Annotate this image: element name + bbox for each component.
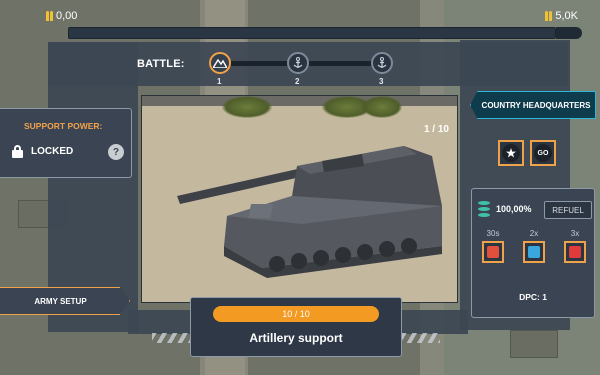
boost-label: 2x: [529, 229, 539, 238]
mountain-icon: [213, 58, 227, 68]
support-power-panel: SUPPORT POWER: LOCKED ?: [0, 108, 132, 178]
ammo-resource: 0,00: [46, 10, 77, 22]
unit-count-pill: 10 / 10: [213, 306, 379, 322]
army-setup-button[interactable]: ARMY SETUP: [0, 287, 130, 315]
artillery-tank-model: [177, 146, 442, 278]
boost-label: 3x: [570, 229, 580, 238]
go-medal-icon: GO: [534, 144, 552, 162]
lock-icon: [12, 145, 23, 158]
anchor-icon: [293, 57, 303, 68]
fuel-dpc-panel: 100,00% REFUEL 30s 2x 3x DPC: 1: [471, 188, 595, 318]
resource-bar: 0,00 5,0K: [0, 0, 600, 46]
boost-3x[interactable]: 3x: [558, 229, 592, 263]
support-lock-status: LOCKED: [12, 145, 73, 158]
ammo-icon: [545, 11, 553, 21]
boost-button[interactable]: [564, 241, 586, 263]
ammo-icon: [46, 11, 53, 21]
battle-stage-2[interactable]: [287, 52, 309, 74]
help-icon[interactable]: ?: [108, 144, 124, 160]
boost-2x[interactable]: 2x: [517, 229, 551, 263]
boost-30s[interactable]: 30s: [476, 229, 510, 263]
locked-label: LOCKED: [31, 146, 74, 157]
boost-button[interactable]: [482, 241, 504, 263]
fist-icon: [569, 246, 581, 258]
battle-stage-number: 3: [379, 77, 384, 86]
battle-label: BATTLE:: [137, 58, 185, 70]
boost-button[interactable]: [523, 241, 545, 263]
dpc-label: DPC: 1: [519, 292, 547, 302]
hazard-stripes: [152, 333, 190, 343]
fist-icon: [528, 246, 540, 258]
unit-card[interactable]: 10 / 10 Artillery support: [190, 297, 402, 357]
fuel-status: 100,00%: [478, 201, 532, 217]
ammo-capacity: 5,0K: [545, 10, 578, 22]
fuel-percent: 100,00%: [496, 204, 532, 214]
support-power-title: SUPPORT POWER:: [24, 121, 103, 131]
refuel-button[interactable]: REFUEL: [544, 201, 592, 219]
bullet-icon: [556, 27, 582, 39]
star-medal-button[interactable]: [498, 140, 524, 166]
country-headquarters-button[interactable]: COUNTRY HEADQUARTERS: [470, 91, 596, 119]
ammo-progress-bar: [68, 27, 556, 39]
anchor-icon: [377, 57, 387, 68]
ammo-value: 0,00: [56, 10, 78, 22]
map-vehicle: [510, 330, 558, 358]
go-medal-button[interactable]: GO: [530, 140, 556, 166]
ammo-capacity-value: 5,0K: [555, 10, 578, 22]
battle-stage-3[interactable]: [371, 52, 393, 74]
boost-label: 30s: [486, 229, 500, 238]
unit-preview-viewport[interactable]: 1 / 10: [141, 95, 458, 303]
battle-stage-1[interactable]: [209, 52, 231, 74]
unit-title: Artillery support: [249, 331, 343, 345]
hazard-stripes: [402, 333, 440, 343]
fuel-barrel-icon: [478, 201, 490, 217]
star-medal-icon: [502, 144, 520, 162]
battle-stage-number: 2: [295, 77, 300, 86]
battle-stage-number: 1: [217, 77, 222, 86]
fist-icon: [487, 246, 499, 258]
